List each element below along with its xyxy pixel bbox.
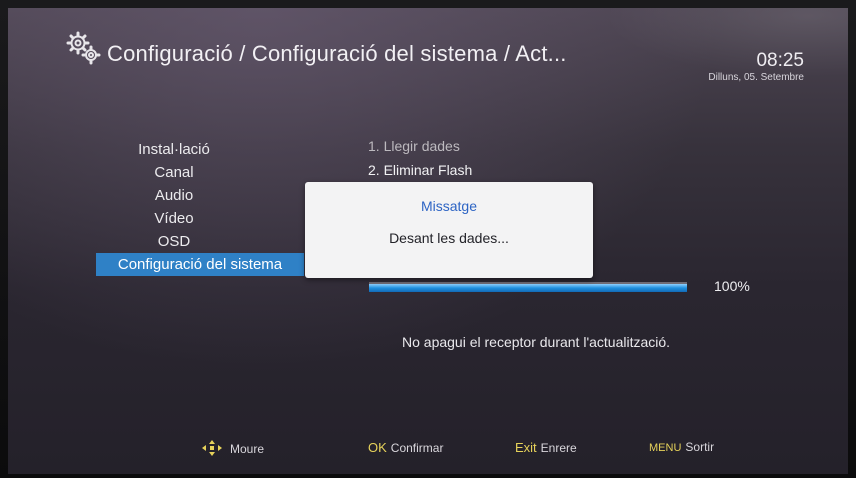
header: Configuració / Configuració del sistema … (8, 8, 848, 104)
menu-item-audio[interactable]: Audio (98, 184, 298, 207)
hint-menu-key: MENU (649, 442, 682, 454)
hint-ok-key: OK (368, 440, 387, 455)
hint-ok-label: Confirmar (390, 441, 444, 455)
dialog-title: Missatge (420, 198, 478, 214)
menu-item-system-config[interactable]: Configuració del sistema (96, 253, 304, 276)
hint-ok: OK Confirmar (368, 440, 443, 455)
hint-exit: Exit Enrere (515, 440, 577, 455)
hint-exit-key: Exit (515, 440, 537, 455)
menu-item-video[interactable]: Vídeo (98, 207, 298, 230)
hint-menu-label: Sortir (685, 440, 715, 454)
settings-menu: Instal·lació Canal Audio Vídeo OSD Confi… (96, 138, 308, 276)
hint-move-label: Moure (230, 442, 265, 456)
hint-move: Moure (202, 440, 264, 456)
gear-icon (66, 31, 101, 65)
clock-time: 08:25 (756, 50, 804, 71)
menu-item-osd[interactable]: OSD (98, 230, 298, 253)
warning-text: No apagui el receptor durant l'actualitz… (402, 334, 671, 350)
clock-date: Dilluns, 05. Setembre (708, 72, 804, 83)
tv-screen: Configuració / Configuració del sistema … (8, 8, 848, 474)
hint-exit-label: Enrere (540, 441, 577, 455)
menu-item-channel[interactable]: Canal (98, 161, 298, 184)
update-steps: 1. Llegir dades 2. Eliminar Flash (368, 134, 472, 182)
step-read-data: 1. Llegir dades (368, 138, 460, 154)
menu-item-installation[interactable]: Instal·lació (98, 138, 298, 161)
hint-menu: MENU Sortir (649, 440, 714, 454)
footer-hints: Moure OK Confirmar Exit Enrere MENU Sortir (8, 428, 848, 458)
progress-bar (369, 282, 687, 292)
move-arrows-icon (202, 440, 222, 456)
progress-percent: 100% (714, 278, 750, 294)
step-erase-flash: 2. Eliminar Flash (368, 162, 473, 178)
message-dialog: Missatge Desant les dades... (305, 182, 593, 278)
dialog-message: Desant les dades... (389, 230, 509, 246)
page-title: Configuració / Configuració del sistema … (107, 41, 567, 66)
tv-bezel: Configuració / Configuració del sistema … (0, 0, 856, 478)
progress-bar-fill (369, 284, 687, 292)
